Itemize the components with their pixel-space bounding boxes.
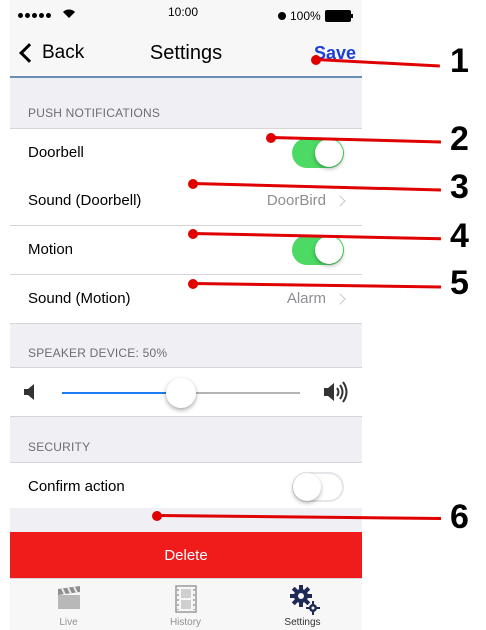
speaker-high-icon (324, 381, 348, 403)
battery-icon (324, 10, 353, 22)
section-header-security: SECURITY (10, 412, 362, 462)
film-icon (175, 585, 197, 613)
toggle-knob (315, 236, 343, 264)
tab-live-label: Live (59, 617, 78, 628)
section-security-label: SECURITY (28, 440, 91, 454)
annotation-number: 2 (450, 120, 469, 158)
toggle-knob (293, 473, 321, 501)
section-header-speaker: SPEAKER DEVICE: 50% (10, 318, 362, 368)
annotation-number: 3 (450, 168, 469, 206)
tab-history[interactable]: History (127, 579, 244, 630)
tab-live[interactable]: Live (10, 579, 127, 630)
clapperboard-icon (58, 586, 80, 609)
doorbell-toggle[interactable] (292, 138, 344, 168)
annotation-number: 4 (450, 217, 469, 255)
gears-icon (290, 585, 320, 615)
section-speaker-label: SPEAKER DEVICE: 50% (28, 346, 168, 360)
sound-motion-value: Alarm (286, 290, 326, 307)
chevron-right-icon (334, 292, 346, 305)
confirm-action-toggle[interactable] (292, 472, 344, 502)
speaker-low-icon (24, 384, 34, 400)
tab-history-label: History (169, 617, 202, 628)
delete-button[interactable]: Delete (10, 532, 362, 578)
annotation-number: 5 (450, 264, 469, 302)
phone-screen: 10:00 100% Back Settings Save PUSH NOTIF… (10, 0, 362, 630)
signal-icon (18, 13, 51, 18)
status-time: 10:00 (168, 5, 199, 19)
status-bar: 10:00 100% (10, 0, 362, 32)
navigation-bar: Back Settings Save (10, 32, 362, 78)
wifi-icon (62, 7, 76, 22)
sound-motion-label: Sound (Motion) (28, 290, 131, 307)
section-push-label: PUSH NOTIFICATIONS (28, 106, 161, 120)
volume-track[interactable] (181, 392, 300, 394)
confirm-action-label: Confirm action (28, 478, 125, 495)
confirm-action-row[interactable]: Confirm action (10, 462, 362, 512)
motion-label: Motion (28, 241, 74, 258)
sound-doorbell-value-group: DoorBird (266, 192, 346, 209)
motion-toggle[interactable] (292, 235, 344, 265)
spacer (10, 508, 362, 532)
toggle-knob (315, 139, 343, 167)
annotation-number: 1 (450, 42, 469, 80)
speaker-volume-row (10, 367, 362, 417)
volume-track-filled[interactable] (62, 392, 181, 394)
annotation-number: 6 (450, 498, 469, 536)
tab-bar: Live History Settings (10, 578, 362, 630)
battery-area: 100% (278, 9, 353, 23)
page-title: Settings (149, 42, 223, 64)
tab-settings[interactable]: Settings (244, 579, 361, 630)
doorbell-label: Doorbell (28, 144, 84, 161)
doorbell-row[interactable]: Doorbell (10, 128, 362, 178)
sound-doorbell-value: DoorBird (266, 192, 326, 209)
volume-slider-thumb[interactable] (166, 378, 196, 408)
alarm-icon (278, 12, 286, 20)
battery-percent: 100% (290, 9, 321, 23)
motion-row[interactable]: Motion (10, 226, 362, 275)
sound-motion-value-group: Alarm (286, 290, 346, 307)
chevron-right-icon (334, 194, 346, 207)
section-header-push: PUSH NOTIFICATIONS (10, 78, 362, 128)
tab-settings-label: Settings (284, 617, 321, 628)
sound-motion-row[interactable]: Sound (Motion) Alarm (10, 275, 362, 324)
sound-doorbell-label: Sound (Doorbell) (28, 192, 142, 209)
